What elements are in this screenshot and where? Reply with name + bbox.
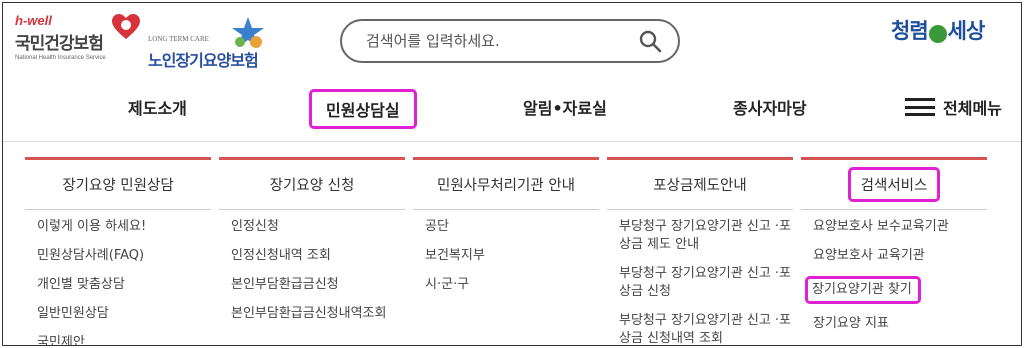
search-icon[interactable] — [638, 29, 662, 53]
menu-column-search-services: 검색서비스 요양보호사 보수교육기관 요양보호사 교육기관 장기요양기관 찾기 … — [801, 157, 987, 344]
nav-item-workers-yard[interactable]: 종사자마당 — [733, 95, 807, 119]
nav-item-civil-consulting[interactable]: 민원상담실 — [309, 89, 417, 129]
menu-link[interactable]: 국민제안 — [37, 334, 211, 345]
star-emblem-icon — [232, 17, 264, 48]
nav-item-notices-resources[interactable]: 알림•자료실 — [523, 95, 607, 119]
menu-column-ltc-consulting: 장기요양 민원상담 이렇게 이용 하세요! 민원상담사례(FAQ) 개인별 맞춤… — [25, 157, 211, 345]
column-title-text: 포상금제도안내 — [653, 178, 747, 194]
menu-link[interactable]: 공단 — [425, 218, 599, 236]
logo-nhis-sub: National Health Insurance Service — [15, 55, 106, 61]
menu-link[interactable]: 인정신청내역 조회 — [231, 247, 405, 265]
logo-nhis-name: 국민건강보험 — [15, 34, 104, 54]
menu-link[interactable]: 본인부담환급금신청내역조회 — [231, 305, 405, 323]
column-title-text: 장기요양 신청 — [269, 178, 355, 194]
menu-column-ltc-application: 장기요양 신청 인정신청 인정신청내역 조회 본인부담환급금신청 본인부담환급금… — [219, 157, 405, 334]
menu-link[interactable]: 민원상담사례(FAQ) — [37, 247, 211, 265]
page-frame: h-well 국민건강보험 National Health Insurance … — [2, 2, 1022, 346]
column-title[interactable]: 장기요양 신청 — [219, 160, 405, 210]
slogan-right: 세상 — [947, 18, 986, 43]
menu-link[interactable]: 요양보호사 보수교육기관 — [813, 218, 987, 236]
hamburger-icon — [905, 98, 935, 116]
menu-column-reward-system: 포상금제도안내 부당청구 장기요양기관 신고 ·포상금 제도 안내 부당청구 장… — [607, 157, 793, 345]
menu-link[interactable]: 요양보호사 교육기관 — [813, 247, 987, 265]
menu-link[interactable]: 개인별 맞춤상담 — [37, 276, 211, 294]
menu-link[interactable]: 이렇게 이용 하세요! — [37, 218, 211, 236]
column-title-text: 검색서비스 — [847, 167, 941, 202]
menu-link[interactable]: 부당청구 장기요양기관 신고 ·포상금 신청내역 조회 — [619, 312, 793, 345]
menu-column-agencies: 민원사무처리기관 안내 공단 보건복지부 시·군·구 — [413, 157, 599, 305]
all-menu-label: 전체메뉴 — [943, 99, 1002, 118]
menu-link[interactable]: 보건복지부 — [425, 247, 599, 265]
logo-hwell-text: h-well — [15, 13, 52, 28]
menu-link[interactable]: 시·군·구 — [425, 276, 599, 294]
globe-icon — [928, 24, 947, 43]
menu-link[interactable]: 인정신청 — [231, 218, 405, 236]
menu-link[interactable]: 부당청구 장기요양기관 신고 ·포상금 제도 안내 — [619, 218, 793, 254]
nav-item-system-intro[interactable]: 제도소개 — [128, 95, 187, 119]
column-title[interactable]: 검색서비스 — [801, 160, 987, 210]
column-title[interactable]: 민원사무처리기관 안내 — [413, 160, 599, 210]
menu-link[interactable]: 본인부담환급금신청 — [231, 276, 405, 294]
nhis-logo[interactable]: h-well 국민건강보험 National Health Insurance … — [15, 13, 140, 69]
slogan-left: 청렴 — [891, 18, 929, 43]
column-title[interactable]: 포상금제도안내 — [607, 160, 793, 210]
menu-link[interactable]: 부당청구 장기요양기관 신고 ·포상금 신청 — [619, 265, 793, 301]
heart-icon — [112, 14, 140, 39]
menu-link[interactable]: 일반민원상담 — [37, 305, 211, 323]
search-input[interactable] — [366, 29, 626, 53]
menu-link[interactable]: 장기요양 지표 — [813, 315, 987, 333]
search-box — [340, 19, 680, 63]
all-menu-button[interactable]: 전체메뉴 — [905, 95, 1002, 119]
ltc-logo[interactable]: LONG TERM CARE 노인장기요양보험 — [148, 15, 264, 70]
menu-link-highlighted[interactable]: 장기요양기관 찾기 — [805, 276, 921, 304]
nav-divider — [3, 141, 1021, 142]
column-title-text: 민원사무처리기관 안내 — [436, 178, 575, 194]
column-title[interactable]: 장기요양 민원상담 — [25, 160, 211, 210]
column-title-text: 장기요양 민원상담 — [62, 178, 174, 194]
slogan-logo: 청렴 세상 — [891, 15, 1019, 55]
logo-ltc-sub: LONG TERM CARE — [148, 35, 209, 43]
